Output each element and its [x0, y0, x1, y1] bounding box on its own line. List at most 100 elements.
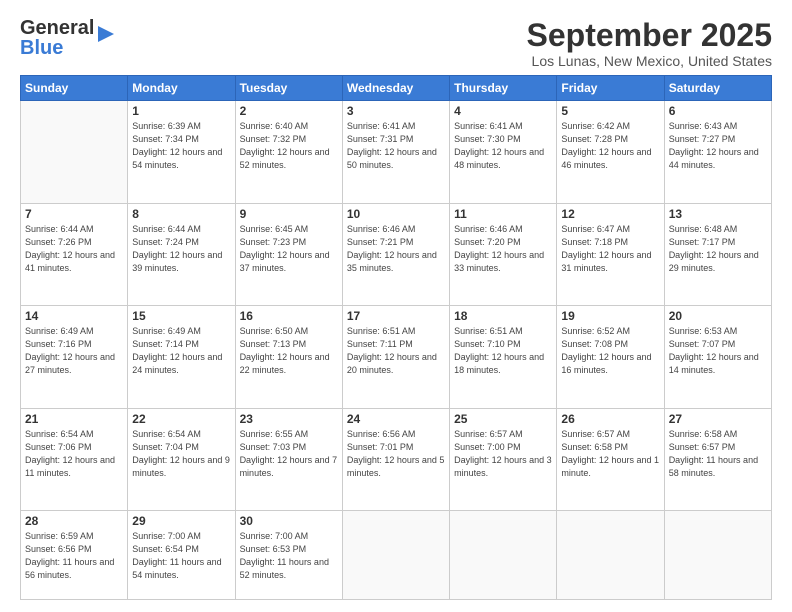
day-info: Sunrise: 6:58 AMSunset: 6:57 PMDaylight:… [669, 428, 767, 480]
day-number: 16 [240, 309, 338, 323]
day-number: 14 [25, 309, 123, 323]
day-info: Sunrise: 7:00 AMSunset: 6:53 PMDaylight:… [240, 530, 338, 582]
col-friday: Friday [557, 76, 664, 101]
day-info: Sunrise: 6:44 AMSunset: 7:26 PMDaylight:… [25, 223, 123, 275]
page: GeneralBlue September 2025 Los Lunas, Ne… [0, 0, 792, 612]
day-info: Sunrise: 6:57 AMSunset: 6:58 PMDaylight:… [561, 428, 659, 480]
table-row: 17 Sunrise: 6:51 AMSunset: 7:11 PMDayligh… [342, 306, 449, 408]
day-number: 17 [347, 309, 445, 323]
table-row: 28Sunrise: 6:59 AMSunset: 6:56 PMDayligh… [21, 511, 128, 600]
table-row: 20 Sunrise: 6:53 AMSunset: 7:07 PMDayligh… [664, 306, 771, 408]
day-info: Sunrise: 6:54 AMSunset: 7:06 PMDaylight:… [25, 428, 123, 480]
day-info: Sunrise: 6:52 AMSunset: 7:08 PMDaylight:… [561, 325, 659, 377]
day-number: 7 [25, 207, 123, 221]
day-info: Sunrise: 6:53 AMSunset: 7:07 PMDaylight:… [669, 325, 767, 377]
day-number: 2 [240, 104, 338, 118]
day-info: Sunrise: 6:57 AMSunset: 7:00 PMDaylight:… [454, 428, 552, 480]
col-wednesday: Wednesday [342, 76, 449, 101]
col-tuesday: Tuesday [235, 76, 342, 101]
title-block: September 2025 Los Lunas, New Mexico, Un… [527, 18, 772, 69]
table-row: 10Sunrise: 6:46 AMSunset: 7:21 PMDayligh… [342, 203, 449, 305]
table-row: 1 Sunrise: 6:39 AMSunset: 7:34 PMDaylight… [128, 101, 235, 203]
day-info: Sunrise: 6:55 AMSunset: 7:03 PMDaylight:… [240, 428, 338, 480]
table-row: 6 Sunrise: 6:43 AMSunset: 7:27 PMDaylight… [664, 101, 771, 203]
day-number: 22 [132, 412, 230, 426]
day-number: 15 [132, 309, 230, 323]
table-row: 8 Sunrise: 6:44 AMSunset: 7:24 PMDaylight… [128, 203, 235, 305]
calendar-title: September 2025 [527, 18, 772, 53]
table-row: 15Sunrise: 6:49 AMSunset: 7:14 PMDayligh… [128, 306, 235, 408]
day-info: Sunrise: 6:48 AMSunset: 7:17 PMDaylight:… [669, 223, 767, 275]
day-number: 28 [25, 514, 123, 528]
table-row: 5 Sunrise: 6:42 AMSunset: 7:28 PMDaylight… [557, 101, 664, 203]
table-row: 23 Sunrise: 6:55 AMSunset: 7:03 PMDayligh… [235, 408, 342, 510]
day-number: 12 [561, 207, 659, 221]
table-row: 13 Sunrise: 6:48 AMSunset: 7:17 PMDayligh… [664, 203, 771, 305]
header: GeneralBlue September 2025 Los Lunas, Ne… [20, 18, 772, 69]
day-number: 21 [25, 412, 123, 426]
table-row: 30 Sunrise: 7:00 AMSunset: 6:53 PMDayligh… [235, 511, 342, 600]
day-info: Sunrise: 6:39 AMSunset: 7:34 PMDaylight:… [132, 120, 230, 172]
day-number: 24 [347, 412, 445, 426]
day-info: Sunrise: 6:40 AMSunset: 7:32 PMDaylight:… [240, 120, 338, 172]
col-sunday: Sunday [21, 76, 128, 101]
table-row: 25 Sunrise: 6:57 AMSunset: 7:00 PMDayligh… [450, 408, 557, 510]
day-number: 23 [240, 412, 338, 426]
logo: GeneralBlue [20, 18, 116, 58]
day-number: 8 [132, 207, 230, 221]
table-row [342, 511, 449, 600]
table-row: 29Sunrise: 7:00 AMSunset: 6:54 PMDayligh… [128, 511, 235, 600]
logo-arrow-icon [96, 24, 116, 44]
day-number: 27 [669, 412, 767, 426]
col-thursday: Thursday [450, 76, 557, 101]
day-number: 30 [240, 514, 338, 528]
col-saturday: Saturday [664, 76, 771, 101]
day-number: 4 [454, 104, 552, 118]
day-number: 11 [454, 207, 552, 221]
day-number: 10 [347, 207, 445, 221]
table-row: 27 Sunrise: 6:58 AMSunset: 6:57 PMDayligh… [664, 408, 771, 510]
table-row [664, 511, 771, 600]
day-number: 13 [669, 207, 767, 221]
table-row: 2 Sunrise: 6:40 AMSunset: 7:32 PMDaylight… [235, 101, 342, 203]
table-row: 26Sunrise: 6:57 AMSunset: 6:58 PMDayligh… [557, 408, 664, 510]
day-info: Sunrise: 6:44 AMSunset: 7:24 PMDaylight:… [132, 223, 230, 275]
table-row [450, 511, 557, 600]
logo-text: GeneralBlue [20, 18, 94, 58]
calendar-subtitle: Los Lunas, New Mexico, United States [527, 53, 772, 69]
day-number: 5 [561, 104, 659, 118]
day-info: Sunrise: 6:42 AMSunset: 7:28 PMDaylight:… [561, 120, 659, 172]
table-row: 11 Sunrise: 6:46 AMSunset: 7:20 PMDayligh… [450, 203, 557, 305]
day-info: Sunrise: 6:51 AMSunset: 7:10 PMDaylight:… [454, 325, 552, 377]
day-info: Sunrise: 6:47 AMSunset: 7:18 PMDaylight:… [561, 223, 659, 275]
day-info: Sunrise: 6:46 AMSunset: 7:20 PMDaylight:… [454, 223, 552, 275]
day-number: 18 [454, 309, 552, 323]
day-info: Sunrise: 7:00 AMSunset: 6:54 PMDaylight:… [132, 530, 230, 582]
table-row: 9Sunrise: 6:45 AMSunset: 7:23 PMDaylight… [235, 203, 342, 305]
table-row: 3Sunrise: 6:41 AMSunset: 7:31 PMDaylight… [342, 101, 449, 203]
day-info: Sunrise: 6:54 AMSunset: 7:04 PMDaylight:… [132, 428, 230, 480]
table-row [557, 511, 664, 600]
table-row: 14 Sunrise: 6:49 AMSunset: 7:16 PMDayligh… [21, 306, 128, 408]
day-info: Sunrise: 6:49 AMSunset: 7:16 PMDaylight:… [25, 325, 123, 377]
day-number: 1 [132, 104, 230, 118]
table-row: 12 Sunrise: 6:47 AMSunset: 7:18 PMDayligh… [557, 203, 664, 305]
col-monday: Monday [128, 76, 235, 101]
day-number: 25 [454, 412, 552, 426]
calendar-header-row: Sunday Monday Tuesday Wednesday Thursday… [21, 76, 772, 101]
day-number: 6 [669, 104, 767, 118]
table-row [21, 101, 128, 203]
day-info: Sunrise: 6:41 AMSunset: 7:30 PMDaylight:… [454, 120, 552, 172]
table-row: 4 Sunrise: 6:41 AMSunset: 7:30 PMDaylight… [450, 101, 557, 203]
table-row: 21 Sunrise: 6:54 AMSunset: 7:06 PMDayligh… [21, 408, 128, 510]
day-info: Sunrise: 6:51 AMSunset: 7:11 PMDaylight:… [347, 325, 445, 377]
calendar-table: Sunday Monday Tuesday Wednesday Thursday… [20, 75, 772, 600]
day-number: 19 [561, 309, 659, 323]
day-info: Sunrise: 6:50 AMSunset: 7:13 PMDaylight:… [240, 325, 338, 377]
day-number: 20 [669, 309, 767, 323]
table-row: 7 Sunrise: 6:44 AMSunset: 7:26 PMDaylight… [21, 203, 128, 305]
day-info: Sunrise: 6:43 AMSunset: 7:27 PMDaylight:… [669, 120, 767, 172]
table-row: 24 Sunrise: 6:56 AMSunset: 7:01 PMDayligh… [342, 408, 449, 510]
day-info: Sunrise: 6:41 AMSunset: 7:31 PMDaylight:… [347, 120, 445, 172]
day-info: Sunrise: 6:56 AMSunset: 7:01 PMDaylight:… [347, 428, 445, 480]
